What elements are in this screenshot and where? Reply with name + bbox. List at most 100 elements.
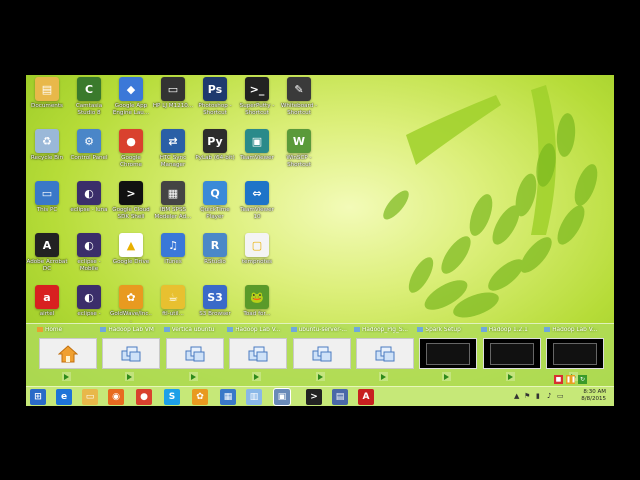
desktop-icon[interactable]: ▭ This PC [26, 181, 68, 231]
window-thumbnail[interactable]: Home [36, 324, 98, 386]
thumbnail-preview[interactable] [165, 338, 224, 369]
desktop-icon-label: QuickTime Player [200, 207, 230, 220]
refresh-icon[interactable]: ↻ [578, 375, 587, 384]
desktop-icon[interactable]: ✎ Whiteboard - Shortcut [278, 77, 320, 127]
keyboard-icon[interactable]: ▭ [557, 392, 564, 400]
desktop-icon[interactable]: ▢ tempnotes [236, 233, 278, 283]
thumbnail-preview[interactable] [546, 338, 605, 369]
notes-app-icon[interactable]: ▥ [246, 389, 262, 405]
desktop-icon[interactable]: A Adobe Acrobat DC [26, 233, 68, 283]
play-icon[interactable] [379, 372, 388, 381]
desktop-icon[interactable]: > Google Cloud SDK Shell [110, 181, 152, 231]
goldwave-icon[interactable]: ✿ [192, 389, 208, 405]
thumbnail-title-text: Vertica ubuntu [171, 327, 215, 333]
thumbnail-preview[interactable] [229, 338, 288, 369]
window-thumbnail[interactable]: Hadoop Lab V... [226, 324, 288, 386]
thumbnail-title: Hadoop Lab VM [100, 327, 160, 333]
tray-arrow-icon[interactable]: ▲ [514, 392, 519, 400]
play-icon[interactable] [252, 372, 262, 381]
desktop-icon[interactable]: ⇄ HTC Sync Manager [152, 129, 194, 179]
desktop-icon[interactable]: ▦ IBM SPSS Modeler Ad... [152, 181, 194, 231]
internet-explorer-icon[interactable]: e [56, 389, 72, 405]
desktop-icon[interactable]: ◐ eclipse - Mobile [68, 233, 110, 283]
desktop-icon-label: RStudio [204, 259, 226, 265]
desktop-icon-image: ▤ [35, 77, 59, 101]
start-button-icon[interactable]: ⊞ [30, 389, 46, 405]
putty-icon[interactable]: > [306, 389, 322, 405]
desktop-icon-image: ⇄ [161, 129, 185, 153]
thumbnail-preview[interactable] [356, 338, 414, 369]
desktop-icon[interactable]: ⇔ TeamViewer 10 [236, 181, 278, 231]
play-icon[interactable] [125, 372, 135, 381]
window-app-icon [100, 327, 107, 332]
clock[interactable]: 8:30 AM 8/8/2015 [581, 389, 606, 403]
window-thumbnail[interactable]: Hadoop Lab VM [99, 324, 161, 386]
play-icon[interactable] [315, 372, 325, 381]
clock-time: 8:30 AM [583, 389, 606, 395]
desktop-icon[interactable]: ♻ Recycle Bin [26, 129, 68, 179]
thumbnail-title: Spark Setup [417, 327, 477, 333]
remote-desktop-icon[interactable]: ▤ [332, 389, 348, 405]
desktop-icon[interactable]: ⚙ Control Panel [68, 129, 110, 179]
desktop-icon[interactable]: ● Google Chrome [110, 129, 152, 179]
window-thumbnail[interactable]: Hadoop 1.2.1 [480, 324, 542, 386]
firefox-icon[interactable]: ◉ [108, 389, 124, 405]
stop-icon[interactable]: ■ [554, 375, 563, 384]
desktop-icon-label: eclipse - Mobile [77, 259, 101, 272]
taskbar: ⊞ e ▭ ◉ ● S ✿ ▦ ▥ ▣ > ▤ A ▲ ⚑ ▮ ♪ ▭ 8:30 AM 8/8/2015 [26, 386, 614, 406]
desktop-icon[interactable]: ◐ eclipse - luna [68, 181, 110, 231]
desktop-icon[interactable]: ▭ HP LJ M1210... [152, 77, 194, 127]
window-app-icon [544, 327, 551, 332]
desktop-icon[interactable]: ▣ TeamViewer [236, 129, 278, 179]
thumbnail-preview[interactable] [482, 338, 541, 369]
desktop-icon-image: ▭ [35, 181, 59, 205]
desktop-icon[interactable]: Py PyLab (64-bit) [194, 129, 236, 179]
thumbnail-preview[interactable] [292, 338, 351, 369]
play-icon[interactable] [188, 372, 198, 381]
desktop-icon-image: ▢ [245, 233, 269, 257]
thumbnail-preview[interactable] [102, 338, 161, 369]
desktop-icon[interactable]: ▤ Documents [26, 77, 68, 127]
thumbnail-title: Home [37, 327, 97, 333]
desktop-icon[interactable]: R RStudio [194, 233, 236, 283]
network-icon[interactable]: ▮ [536, 392, 540, 400]
desktop: ▤ Documents C Camtasia Studio 8 ◆ Google App … [26, 75, 614, 406]
play-icon[interactable] [62, 372, 71, 381]
desktop-icon-label: HTC Sync Manager [159, 155, 187, 168]
pause-icon[interactable]: ❚❚ [566, 375, 576, 384]
vmware-icon[interactable]: ▣ [273, 388, 291, 406]
window-thumbnail[interactable]: Vertica ubuntu [163, 324, 225, 386]
desktop-icon-image: W [287, 129, 311, 153]
desktop-icon[interactable]: ♫ iTunes [152, 233, 194, 283]
home-icon [58, 344, 78, 362]
thumbnail-preview[interactable] [419, 338, 478, 369]
network-app-icon[interactable]: ▦ [220, 389, 236, 405]
file-explorer-icon[interactable]: ▭ [82, 389, 98, 405]
desktop-icon-label: IBM SPSS Modeler Ad... [154, 207, 192, 220]
thumbnail-title-text: Hadoop Lab V... [552, 327, 598, 333]
play-icon[interactable] [505, 372, 515, 381]
desktop-icon[interactable]: >_ SuperPutty - Shortcut [236, 77, 278, 127]
desktop-icon[interactable]: ▲ Google Drive [110, 233, 152, 283]
desktop-icon[interactable]: Ps Photoshop - Shortcut [194, 77, 236, 127]
vm-icon [121, 346, 141, 361]
play-icon[interactable] [442, 372, 452, 381]
desktop-icon[interactable]: C Camtasia Studio 8 [68, 77, 110, 127]
volume-icon[interactable]: ♪ [547, 392, 551, 400]
desktop-icon[interactable]: ◆ Google App Engine Lau... [110, 77, 152, 127]
desktop-icon-image: ☕ [161, 285, 185, 309]
thumbnail-preview[interactable] [39, 338, 97, 369]
skype-icon[interactable]: S [164, 389, 180, 405]
acrobat-icon[interactable]: A [358, 389, 374, 405]
action-center-icon[interactable]: ⚑ [524, 392, 530, 400]
desktop-icon-label: This PC [36, 207, 58, 213]
chrome-icon[interactable]: ● [136, 389, 152, 405]
desktop-icon-image: ⇔ [245, 181, 269, 205]
desktop-icon-image: ♻ [35, 129, 59, 153]
window-thumbnail[interactable]: Hadoop_Pig_S... [353, 324, 415, 386]
desktop-icon[interactable]: W WinSCP - Shortcut [278, 129, 320, 179]
window-thumbnail[interactable]: Spark Setup [416, 324, 478, 386]
window-app-icon [290, 327, 297, 332]
desktop-icon[interactable]: Q QuickTime Player [194, 181, 236, 231]
window-thumbnail[interactable]: ubuntu-server-... [290, 324, 352, 386]
